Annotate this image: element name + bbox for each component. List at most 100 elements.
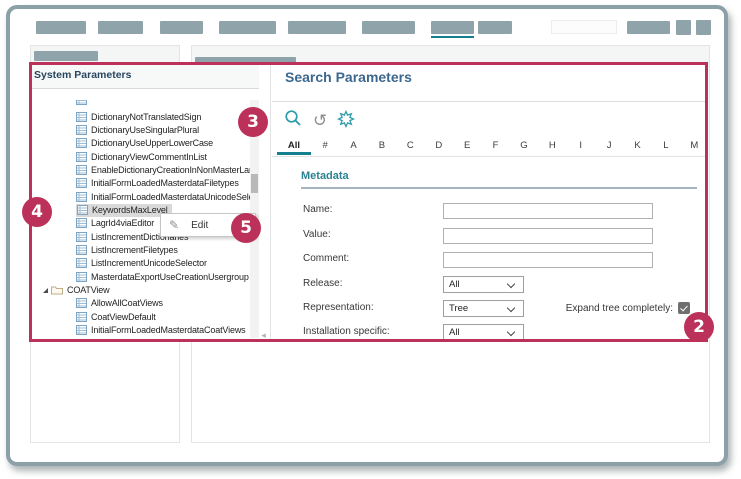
release-select-value: All [449,279,460,290]
tab-e[interactable]: E [453,139,481,155]
installation-specific-select[interactable]: All [443,324,524,341]
tab-c[interactable]: C [396,139,424,155]
nav-item-placeholder-active[interactable] [431,21,474,34]
table-icon [76,191,87,202]
tree-item[interactable]: CoatViewDefault [76,310,156,323]
chevron-down-icon [506,303,516,313]
tab-i[interactable]: I [567,139,595,155]
folder-icon [51,285,63,295]
table-icon [76,164,87,175]
tree-item-label: CoatViewDefault [91,311,156,322]
tab-h[interactable]: H [538,139,566,155]
installation-specific-label: Installation specific: [303,326,390,337]
tree-item[interactable]: ListIncrementUnicodeSelector [76,257,207,270]
tab-a[interactable]: A [339,139,367,155]
nav-button-placeholder[interactable] [676,20,691,35]
value-field[interactable] [443,227,653,244]
tree-item-label: DictionaryUseUpperLowerCase [91,138,214,149]
table-icon [76,151,87,162]
tree-item[interactable]: InitialFormLoadedMasterdataCoatViews [76,324,246,337]
nav-item-placeholder[interactable] [219,21,276,34]
release-select[interactable]: All [443,276,524,293]
tab-m[interactable]: M [680,139,708,155]
nav-button-placeholder[interactable] [696,20,711,35]
tab-b[interactable]: B [368,139,396,155]
tabstrip-border [272,156,707,157]
tree-item[interactable]: LagrId4viaEditor [76,217,154,230]
chevron-down-icon [506,327,516,337]
undo-icon[interactable]: ↺ [313,112,327,130]
metadata-rule [301,187,697,189]
table-icon [76,325,87,336]
tree-item[interactable]: AllowAllCoatViews [76,297,163,310]
tree-item-selected[interactable]: KeywordsMaxLevel [76,203,172,217]
tab-g[interactable]: G [510,139,538,155]
tree-item-label: DictionaryNotTranslatedSign [91,111,202,122]
tree-item[interactable]: ListIncrementFiletypes [76,244,178,257]
representation-select-value: Tree [449,303,469,314]
nav-item-placeholder[interactable] [627,21,670,34]
tree-item-label: InitialFormLoadedMasterdataFiletypes [91,178,239,189]
panel-title-placeholder [34,51,98,61]
tree-item-label: ListIncrementFiletypes [91,245,178,255]
context-menu-item-edit[interactable]: Edit [191,220,208,231]
nav-item-placeholder[interactable] [36,21,86,34]
nav-search-placeholder[interactable] [551,20,617,34]
tree-item-label: DictionaryViewCommentInList [91,151,207,162]
background-left-panel-header [31,46,179,66]
pencil-icon: ✎ [169,218,180,232]
table-icon [76,178,87,189]
name-field[interactable] [443,203,653,219]
table-icon [76,231,87,242]
tree-item[interactable]: DictionaryNotTranslatedSign [76,110,201,123]
comment-label: Comment: [303,253,350,264]
left-pane-title: System Parameters [34,69,132,81]
pane-divider[interactable] [270,64,271,340]
callout-step-2: 2 [684,312,714,342]
table-icon [76,100,87,105]
comment-field[interactable] [443,252,653,268]
nav-item-placeholder[interactable] [362,21,415,34]
nav-item-placeholder[interactable] [478,21,512,34]
search-icon[interactable] [284,109,303,133]
tree-item-label: LagrId4viaEditor [91,218,155,229]
tab-l[interactable]: L [652,139,680,155]
table-icon [76,258,87,269]
table-icon [76,245,87,255]
representation-label: Representation: [303,301,374,313]
tab-k[interactable]: K [623,139,651,155]
burst-icon[interactable] [337,109,356,133]
nav-item-placeholder[interactable] [288,21,346,34]
tree-item[interactable]: DictionaryUseSingularPlural [76,123,199,136]
tab-all[interactable]: All [277,139,311,155]
tree-item[interactable]: InitialFormLoadedMasterdataUnicodeSele [76,190,250,203]
tree-item-label: InitialFormLoadedMasterdataUnicodeSele [91,191,250,202]
tree-item[interactable]: DictionaryViewCommentInList [76,150,207,163]
tree-folder[interactable]: COATView [43,284,110,297]
tab-d[interactable]: D [425,139,453,155]
tree-item[interactable]: DictionaryUseUpperLowerCase [76,137,213,150]
scrollbar-thumb[interactable] [251,174,258,193]
table-icon [76,111,87,122]
page-title: Search Parameters [285,69,412,85]
tree-item-clipped[interactable] [76,100,91,106]
tab-hash[interactable]: # [311,139,339,155]
expanded-node-icon[interactable] [43,287,48,293]
installation-specific-select-value: All [449,327,460,338]
nav-item-placeholder[interactable] [160,21,203,34]
representation-select[interactable]: Tree [443,300,524,317]
tab-j[interactable]: J [595,139,623,155]
table-icon [76,271,87,282]
tree-item[interactable]: InitialFormLoadedMasterdataFiletypes [76,177,239,190]
splitter-collapse-icon[interactable]: ◂ [257,329,270,341]
search-toolbar: ↺ [284,109,356,133]
value-label: Value: [303,228,331,240]
expand-tree-checkbox[interactable] [678,302,690,314]
tree-item-label: KeywordsMaxLevel [92,205,168,215]
tree-item[interactable]: MasterdataExportUseCreationUsergroup [76,270,249,283]
tree-item[interactable]: EnableDictionaryCreationInNonMasterLan [76,163,250,176]
nav-item-placeholder[interactable] [98,21,143,34]
tree-item-label: ListIncrementUnicodeSelector [91,258,207,269]
tree-folder-label: COATView [67,285,110,296]
tab-f[interactable]: F [481,139,509,155]
